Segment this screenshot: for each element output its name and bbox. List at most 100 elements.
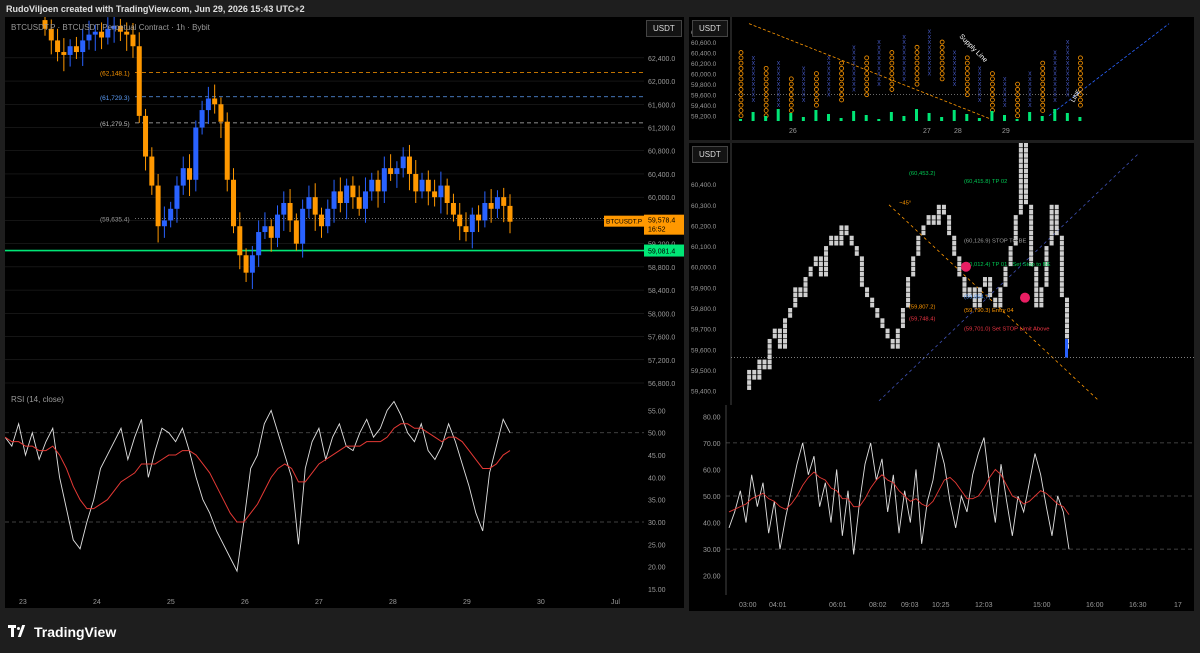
candle-body — [425, 179, 431, 192]
renko-brick — [911, 266, 916, 272]
renko-brick — [1018, 199, 1023, 205]
pnf-o-mark — [1015, 97, 1020, 103]
renko-brick — [1054, 225, 1059, 230]
pnf-x-mark: x — [1028, 71, 1032, 78]
renko-brick — [1054, 215, 1059, 220]
candle-body — [256, 232, 262, 256]
pnf-o-mark — [864, 55, 870, 61]
renko-brick — [1059, 235, 1064, 241]
x-tick-label: Jul — [611, 599, 620, 606]
pnf-o-mark — [738, 81, 744, 87]
renko-brick — [793, 302, 798, 308]
pnf-o-mark — [1040, 102, 1046, 108]
renko-brick — [834, 235, 839, 241]
renko-brick — [906, 287, 911, 292]
renko-brick — [767, 359, 772, 365]
rsi-panel[interactable]: RSI (14, close) — [5, 389, 644, 592]
renko-brick — [1054, 204, 1059, 210]
pnf-o-mark — [1015, 81, 1020, 87]
oscillator-time-axis[interactable]: 03:00 04:01 06:01 08:02 09:03 10:25 12:03 15:00… — [689, 595, 1194, 611]
candle-body — [224, 121, 230, 180]
renko-brick — [1044, 271, 1049, 277]
tradingview-logo-icon — [8, 625, 28, 639]
oscillator-panel[interactable]: 80.00 70.00 60.00 50.00 40.00 30.00 20.00 — [689, 405, 1194, 595]
main-chart-panel[interactable]: (62,148.1) (61,729.3) (61,279.5) (59,635.4)… — [5, 17, 644, 389]
renko-brick — [824, 251, 829, 256]
renko-brick — [1023, 148, 1028, 153]
y-tick-label: 61,200.0 — [648, 126, 675, 133]
pnf-x-mark: x — [902, 34, 906, 41]
renko-brick — [752, 375, 757, 380]
pnf-o-mark — [914, 71, 920, 77]
renko-brick — [1054, 209, 1059, 215]
pnf-volume-bar — [927, 113, 931, 121]
pnf-o-mark — [864, 81, 870, 87]
tradingview-brand[interactable]: TradingView — [8, 624, 116, 640]
renko-brick — [1018, 158, 1023, 163]
pnf-panel[interactable]: 60,800.060,600.060,400.060,200.060,000.0… — [689, 17, 1194, 140]
pnf-o-mark — [1078, 76, 1083, 82]
pnf-o-mark — [1015, 113, 1020, 119]
main-price-axis[interactable]: 62,400.0 62,000.0 61,600.0 61,200.0 60,800.0… — [644, 17, 684, 389]
main-time-axis[interactable]: 23 24 25 26 27 28 29 30 Jul — [5, 592, 684, 608]
candle-body — [136, 46, 142, 116]
renko-brick — [1018, 143, 1023, 148]
pnf-o-mark — [839, 65, 844, 71]
renko-brick — [1065, 328, 1069, 334]
renko-brick — [818, 271, 823, 277]
candle-body — [501, 197, 507, 206]
pnf-o-mark — [914, 44, 920, 50]
renko-brick — [762, 359, 767, 365]
candle-body — [394, 168, 400, 174]
pnf-o-mark — [738, 55, 744, 61]
osc-x-tick: 03:00 — [739, 602, 757, 609]
main-price-chart[interactable]: (62,148.1) (61,729.3) (61,279.5) (59,635.4)… — [5, 17, 644, 389]
renko-brick — [813, 261, 818, 267]
renko-brick — [906, 277, 911, 282]
candle-body — [61, 52, 67, 55]
renko-brick — [1034, 282, 1039, 287]
pnf-volume-bar — [814, 110, 818, 121]
pnf-o-mark — [864, 92, 870, 98]
candle-body — [193, 127, 199, 180]
candle-body — [350, 185, 356, 198]
pnf-o-mark — [1078, 55, 1083, 61]
renko-brick — [762, 364, 767, 370]
renko-brick — [900, 323, 905, 329]
renko-brick — [906, 297, 911, 303]
pnf-o-mark — [889, 65, 895, 71]
pnf-o-mark — [814, 102, 819, 108]
renko-panel[interactable]: 60,400.0 60,300.0 60,200.0 60,100.0 60,000.0… — [689, 143, 1194, 405]
renko-brick — [998, 297, 1003, 303]
symbol-tag-label: BTCUSDT.P — [606, 219, 642, 226]
renko-brick — [1003, 277, 1008, 282]
osc-line — [728, 437, 1070, 555]
pnf-volume-bar — [977, 118, 981, 121]
renko-y-tick: 59,900.0 — [691, 285, 717, 292]
rsi-y-tick: 50.00 — [648, 431, 666, 438]
renko-brick — [916, 235, 921, 241]
candle-body — [130, 34, 136, 47]
renko-brick — [1049, 209, 1054, 215]
candle-body — [488, 203, 494, 209]
renko-brick — [818, 261, 823, 267]
renko-brick — [911, 261, 916, 267]
candle-body — [293, 220, 299, 244]
renko-brick — [798, 292, 803, 298]
renko-brick — [998, 287, 1003, 292]
candle-body — [356, 197, 362, 209]
renko-brick — [1049, 215, 1054, 220]
pnf-o-mark — [814, 76, 819, 82]
pnf-o-mark — [1040, 65, 1046, 71]
renko-brick — [1059, 282, 1064, 287]
renko-brick — [1023, 199, 1028, 205]
osc-x-tick: 10:25 — [932, 602, 950, 609]
candle-body — [92, 31, 98, 35]
pnf-o-mark — [1015, 102, 1020, 108]
renko-brick — [839, 225, 844, 230]
rsi-y-tick: 20.00 — [648, 565, 666, 572]
renko-brick — [1023, 163, 1028, 169]
renko-brick — [993, 297, 998, 303]
renko-brick — [952, 235, 957, 241]
pnf-x-mark: x — [827, 55, 831, 62]
